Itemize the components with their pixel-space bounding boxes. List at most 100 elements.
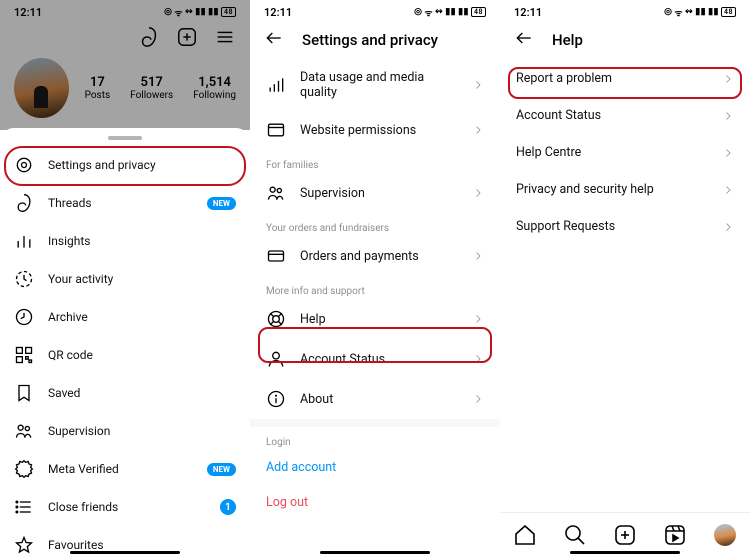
menu-label: Your activity	[48, 272, 113, 286]
help-icon	[266, 309, 286, 329]
row-label: Support Requests	[516, 219, 615, 234]
nav-search-icon[interactable]	[563, 523, 587, 547]
profile-summary: 17Posts 517Followers 1,514Following	[0, 52, 250, 128]
page-title: Settings and privacy	[302, 31, 438, 49]
chevron-right-icon	[472, 124, 484, 136]
row-report-problem[interactable]: Report a problem	[500, 60, 750, 97]
menu-label: Settings and privacy	[48, 158, 156, 172]
phone-2-settings: 12:11 ◎ᯤ↭▮▮▮▮48 Settings and privacy Dat…	[250, 0, 500, 556]
menu-label: Archive	[48, 310, 88, 324]
card-icon	[266, 246, 286, 266]
row-about[interactable]: About	[250, 379, 500, 419]
nav-indicator	[70, 551, 180, 554]
menu-label: QR code	[48, 348, 93, 362]
archive-icon	[14, 307, 34, 327]
hamburger-icon[interactable]	[214, 26, 236, 48]
status-icons: ◎ᯤ↭▮▮▮▮48	[664, 6, 736, 19]
row-supervision[interactable]: Supervision	[250, 173, 500, 213]
menu-activity[interactable]: Your activity	[0, 260, 250, 298]
status-icons: ◎ᯤ↭▮▮▮▮48	[414, 6, 486, 19]
avatar[interactable]	[14, 58, 69, 118]
row-label: Supervision	[300, 186, 365, 201]
section-families: For families	[250, 156, 500, 173]
row-data-usage[interactable]: Data usage and media quality	[250, 60, 500, 110]
link-add-account[interactable]: Add account	[250, 450, 500, 485]
row-privacy-help[interactable]: Privacy and security help	[500, 171, 750, 208]
row-support-requests[interactable]: Support Requests	[500, 208, 750, 245]
chevron-right-icon	[722, 184, 734, 196]
divider	[250, 419, 500, 427]
gear-icon	[14, 155, 34, 175]
verified-icon	[14, 459, 34, 479]
section-more: More info and support	[250, 282, 500, 299]
row-account-status[interactable]: Account Status	[500, 97, 750, 134]
stat-followers[interactable]: 517Followers	[130, 75, 173, 101]
stat-posts[interactable]: 17Posts	[85, 75, 111, 101]
create-icon[interactable]	[176, 26, 198, 48]
nav-reels-icon[interactable]	[663, 523, 687, 547]
nav-header: Help	[500, 22, 750, 60]
chevron-right-icon	[722, 221, 734, 233]
signal-icon	[266, 75, 286, 95]
row-website-permissions[interactable]: Website permissions	[250, 110, 500, 150]
menu-saved[interactable]: Saved	[0, 374, 250, 412]
bookmark-icon	[14, 383, 34, 403]
row-orders[interactable]: Orders and payments	[250, 236, 500, 276]
stat-following[interactable]: 1,514Following	[193, 75, 236, 101]
menu-label: Saved	[48, 386, 80, 400]
back-icon[interactable]	[264, 28, 284, 52]
row-account-status[interactable]: Account Status	[250, 339, 500, 379]
nav-profile-avatar[interactable]	[713, 523, 737, 547]
new-badge: NEW	[207, 463, 236, 476]
qr-icon	[14, 345, 34, 365]
menu-supervision[interactable]: Supervision	[0, 412, 250, 450]
count-badge: 1	[220, 499, 236, 515]
menu-settings[interactable]: Settings and privacy	[0, 146, 250, 184]
menu-threads[interactable]: Threads NEW	[0, 184, 250, 222]
person-icon	[266, 349, 286, 369]
chevron-right-icon	[472, 393, 484, 405]
profile-top-actions	[0, 22, 250, 52]
bottom-sheet-menu: Settings and privacy Threads NEW Insight…	[0, 128, 250, 556]
new-badge: NEW	[207, 197, 236, 210]
nav-create-icon[interactable]	[613, 523, 637, 547]
menu-archive[interactable]: Archive	[0, 298, 250, 336]
menu-insights[interactable]: Insights	[0, 222, 250, 260]
row-label: Report a problem	[516, 71, 612, 86]
row-label: Account Status	[516, 108, 601, 123]
nav-indicator	[320, 551, 430, 554]
row-help[interactable]: Help	[250, 299, 500, 339]
supervision-icon	[14, 421, 34, 441]
activity-icon	[14, 269, 34, 289]
chevron-right-icon	[722, 73, 734, 85]
status-time: 12:11	[264, 6, 292, 19]
row-help-centre[interactable]: Help Centre	[500, 134, 750, 171]
section-login: Login	[250, 433, 500, 450]
chevron-right-icon	[472, 187, 484, 199]
nav-home-icon[interactable]	[513, 523, 537, 547]
phone-3-help: 12:11 ◎ᯤ↭▮▮▮▮48 Help Report a problem Ac…	[500, 0, 750, 556]
page-title: Help	[552, 31, 583, 49]
section-orders: Your orders and fundraisers	[250, 219, 500, 236]
threads-icon[interactable]	[138, 26, 160, 48]
row-label: Orders and payments	[300, 249, 419, 264]
chevron-right-icon	[472, 79, 484, 91]
status-icons: ◎ᯤ↭▮▮▮▮48	[164, 6, 236, 19]
menu-meta-verified[interactable]: Meta Verified NEW	[0, 450, 250, 488]
status-bar: 12:11 ◎ᯤ↭▮▮▮▮48	[0, 0, 250, 22]
menu-label: Insights	[48, 234, 90, 248]
list-icon	[14, 497, 34, 517]
status-bar: 12:11 ◎ᯤ↭▮▮▮▮48	[250, 0, 500, 22]
back-icon[interactable]	[514, 28, 534, 52]
menu-close-friends[interactable]: Close friends 1	[0, 488, 250, 526]
phone-1-profile-menu: 12:11 ◎ᯤ↭▮▮▮▮48 17Posts 517Followers 1,5…	[0, 0, 250, 556]
bottom-nav	[500, 512, 750, 556]
browser-icon	[266, 120, 286, 140]
sheet-grabber[interactable]	[108, 136, 142, 140]
chevron-right-icon	[472, 313, 484, 325]
link-log-out[interactable]: Log out	[250, 485, 500, 520]
menu-qr-code[interactable]: QR code	[0, 336, 250, 374]
menu-label: Favourites	[48, 538, 104, 552]
info-icon	[266, 389, 286, 409]
row-label: About	[300, 392, 333, 407]
